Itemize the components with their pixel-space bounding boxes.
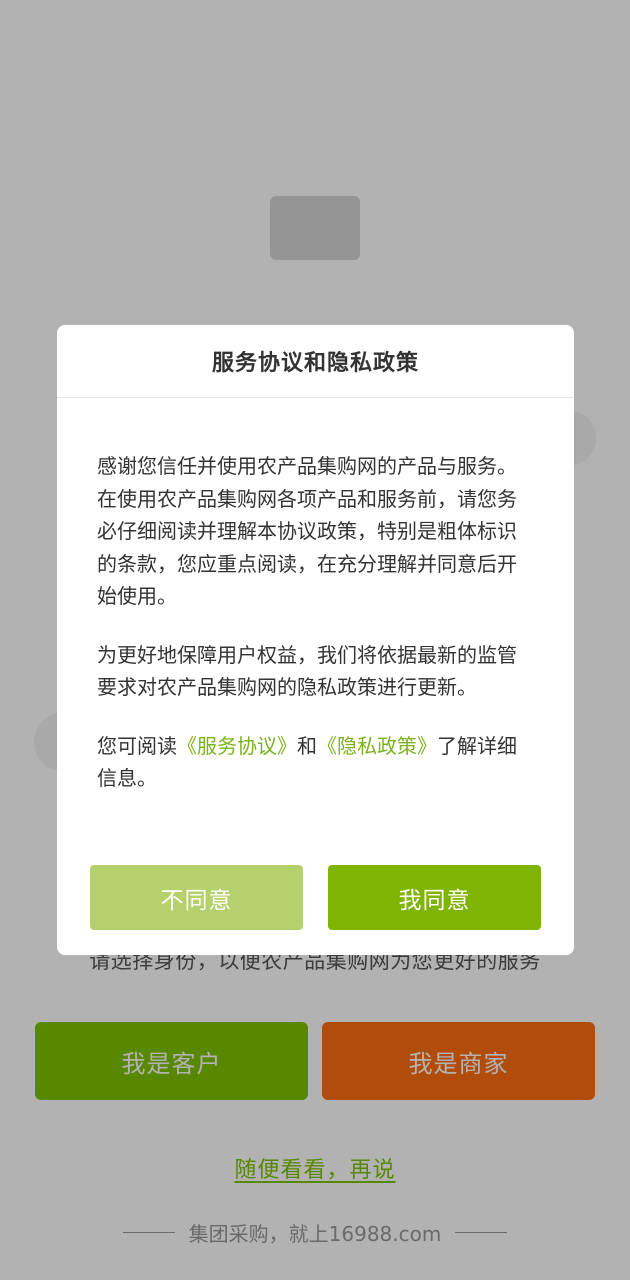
read-prefix: 您可阅读 (97, 733, 177, 758)
dialog-title: 服务协议和隐私政策 (211, 351, 419, 376)
privacy-policy-link[interactable]: 《隐私政策》 (317, 734, 437, 758)
service-agreement-link[interactable]: 《服务协议》 (177, 734, 297, 758)
dialog-paragraph-links: 您可阅读《服务协议》和《隐私政策》了解详细信息。 (97, 730, 534, 795)
dialog-body: 感谢您信任并使用农产品集购网的产品与服务。在使用农产品集购网各项产品和服务前，请… (57, 398, 574, 795)
dialog-paragraph-intro: 感谢您信任并使用农产品集购网的产品与服务。在使用农产品集购网各项产品和服务前，请… (97, 454, 517, 608)
disagree-button[interactable]: 不同意 (90, 865, 303, 930)
privacy-dialog: 服务协议和隐私政策 感谢您信任并使用农产品集购网的产品与服务。在使用农产品集购网… (57, 325, 574, 955)
agree-button[interactable]: 我同意 (328, 865, 541, 930)
dialog-header: 服务协议和隐私政策 (57, 325, 574, 398)
conjunction-text: 和 (297, 733, 317, 758)
dialog-actions: 不同意 我同意 (90, 865, 541, 930)
dialog-paragraph-update: 为更好地保障用户权益，我们将依据最新的监管要求对农产品集购网的隐私政策进行更新。 (97, 642, 517, 700)
